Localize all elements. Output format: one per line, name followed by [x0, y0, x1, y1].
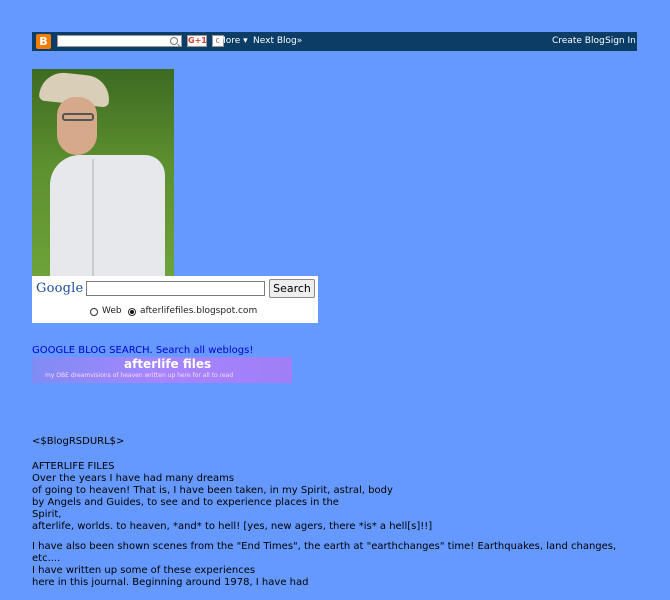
radio-web[interactable]: [90, 308, 98, 316]
search-icon[interactable]: [170, 37, 178, 45]
navbar-search-input[interactable]: [57, 35, 182, 47]
blog-banner[interactable]: afterlife files my OBE dreamvisions of h…: [32, 357, 292, 383]
shirt-placket: [92, 159, 94, 277]
post-body: Over the years I have had many dreams of…: [32, 473, 642, 589]
post-line: afterlife, worlds. to heaven, *and* to h…: [32, 521, 433, 532]
create-blog-link[interactable]: Create Blog: [552, 36, 605, 46]
post-line: Over the years I have had many dreams: [32, 473, 235, 484]
google-logo: Google: [36, 281, 84, 296]
post-line: by Angels and Guides, to see and to expe…: [32, 497, 339, 508]
sign-in-link[interactable]: Sign In: [605, 36, 636, 46]
google-search-widget: Google Search Web afterlifefiles.blogspo…: [32, 276, 318, 323]
post-line: I have written up some of these experien…: [32, 565, 256, 576]
profile-photo: [32, 69, 174, 277]
search-button[interactable]: Search: [269, 279, 315, 298]
face-shape: [57, 97, 97, 155]
more-menu-button[interactable]: More ▾: [218, 36, 248, 46]
google-plus-one-button[interactable]: G+1: [187, 35, 207, 47]
search-input[interactable]: [86, 281, 265, 296]
post-title: AFTERLIFE FILES: [32, 461, 115, 472]
glasses-shape: [62, 113, 94, 121]
post-line: I have also been shown scenes from the "…: [32, 541, 617, 552]
banner-subtitle: my OBE dreamvisions of heaven written up…: [45, 372, 234, 379]
next-blog-link[interactable]: Next Blog»: [253, 36, 302, 46]
radio-web-label: Web: [102, 306, 122, 316]
post-line: Spirit,: [32, 509, 62, 520]
post-line: here in this journal. Beginning around 1…: [32, 577, 309, 588]
blogger-navbar: B G+1 0 More ▾ Next Blog» Create Blog Si…: [32, 32, 637, 51]
radio-site-label: afterlifefiles.blogspot.com: [140, 306, 258, 316]
post-line: of going to heaven! That is, I have been…: [32, 485, 393, 496]
banner-title: afterlife files: [124, 357, 212, 371]
google-blog-search-link[interactable]: GOOGLE BLOG SEARCH. Search all weblogs!: [32, 345, 253, 356]
radio-site[interactable]: [128, 308, 136, 316]
shirt-shape: [50, 155, 165, 277]
rsd-template-tag: <$BlogRSDURL$>: [32, 436, 125, 447]
post-line: etc....: [32, 553, 61, 564]
blogger-logo-icon[interactable]: B: [36, 34, 51, 49]
